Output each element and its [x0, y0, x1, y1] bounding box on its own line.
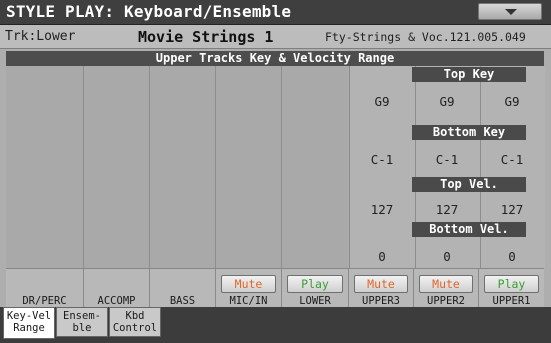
bottom-vel-upper3[interactable]: 0 — [350, 249, 414, 264]
micin-mute-button[interactable]: Mute — [221, 275, 276, 293]
track-drperc[interactable]: DR/PERC — [6, 269, 84, 308]
track-name: LOWER — [299, 295, 331, 307]
tab-label-line2: ble — [72, 322, 92, 334]
tab-label-line2: Control — [112, 322, 158, 334]
track-name: ACCOMP — [97, 295, 136, 307]
tab-label-line1: Kbd — [125, 310, 145, 322]
top-key-upper2[interactable]: G9 — [415, 94, 479, 109]
tracks-empty-area — [6, 66, 348, 268]
column-divider — [149, 66, 150, 268]
sound-bank-id: Fty-Strings & Voc.121.005.049 — [325, 30, 526, 44]
track-upper1[interactable]: Play UPPER1 — [479, 269, 544, 308]
upper3-mute-button[interactable]: Mute — [354, 275, 408, 293]
top-vel-upper2[interactable]: 127 — [415, 202, 479, 217]
bottom-vel-upper2[interactable]: 0 — [415, 249, 479, 264]
top-key-upper1[interactable]: G9 — [480, 94, 544, 109]
top-key-upper3[interactable]: G9 — [350, 94, 414, 109]
column-divider — [281, 66, 282, 268]
track-name: BASS — [169, 295, 196, 307]
track-lower[interactable]: Play LOWER — [282, 269, 349, 308]
tab-kbd-control[interactable]: Kbd Control — [109, 307, 161, 337]
track-name: MIC/IN — [229, 295, 268, 307]
tab-label-line1: Ensem- — [63, 310, 101, 322]
bottom-key-header: Bottom Key — [412, 125, 526, 140]
track-upper3[interactable]: Mute UPPER3 — [349, 269, 414, 308]
track-name: DR/PERC — [22, 295, 67, 307]
track-name: UPPER3 — [362, 295, 400, 307]
track-accomp[interactable]: ACCOMP — [84, 269, 150, 308]
panel-title: Upper Tracks Key & Velocity Range — [6, 51, 544, 66]
title-bar: STYLE PLAY: Keyboard/Ensemble — [0, 0, 551, 25]
top-vel-upper3[interactable]: 127 — [350, 202, 414, 217]
bottom-key-upper2[interactable]: C-1 — [415, 152, 479, 167]
tab-label-line1: Key-Vel — [6, 310, 52, 322]
style-play-screen: STYLE PLAY: Keyboard/Ensemble Trk:Lower … — [0, 0, 551, 343]
sound-name[interactable]: Movie Strings 1 — [138, 28, 273, 46]
column-divider — [83, 66, 84, 268]
tab-label-line2: Range — [13, 322, 45, 334]
bottom-vel-header: Bottom Vel. — [412, 222, 526, 237]
top-vel-upper1[interactable]: 127 — [480, 202, 544, 217]
key-velocity-range-area: Top Key G9 G9 G9 Bottom Key C-1 C-1 C-1 … — [349, 66, 545, 268]
track-bass[interactable]: BASS — [150, 269, 216, 308]
lower-play-button[interactable]: Play — [287, 275, 343, 293]
track-label: Trk:Lower — [5, 29, 76, 44]
upper2-mute-button[interactable]: Mute — [419, 275, 473, 293]
track-strip: DR/PERC ACCOMP BASS Mute MIC/IN Play LOW… — [6, 268, 544, 308]
upper1-play-button[interactable]: Play — [484, 275, 539, 293]
track-name: UPPER2 — [427, 295, 465, 307]
page-title: STYLE PLAY: Keyboard/Ensemble — [6, 2, 292, 21]
track-upper2[interactable]: Mute UPPER2 — [414, 269, 479, 308]
tab-ensemble[interactable]: Ensem- ble — [56, 307, 108, 337]
top-vel-header: Top Vel. — [412, 177, 526, 192]
bottom-key-upper3[interactable]: C-1 — [350, 152, 414, 167]
tab-bar: Key-Vel Range Ensem- ble Kbd Control — [0, 307, 551, 343]
track-micin[interactable]: Mute MIC/IN — [216, 269, 282, 308]
track-info-bar[interactable]: Trk:Lower Movie Strings 1 Fty-Strings & … — [0, 25, 551, 49]
top-key-header: Top Key — [412, 67, 526, 82]
bottom-vel-upper1[interactable]: 0 — [480, 249, 544, 264]
tab-key-vel-range[interactable]: Key-Vel Range — [3, 307, 55, 339]
chevron-down-icon — [505, 9, 517, 15]
column-divider — [215, 66, 216, 268]
page-menu-button[interactable] — [478, 3, 542, 20]
track-name: UPPER1 — [492, 295, 531, 307]
bottom-key-upper1[interactable]: C-1 — [480, 152, 544, 167]
